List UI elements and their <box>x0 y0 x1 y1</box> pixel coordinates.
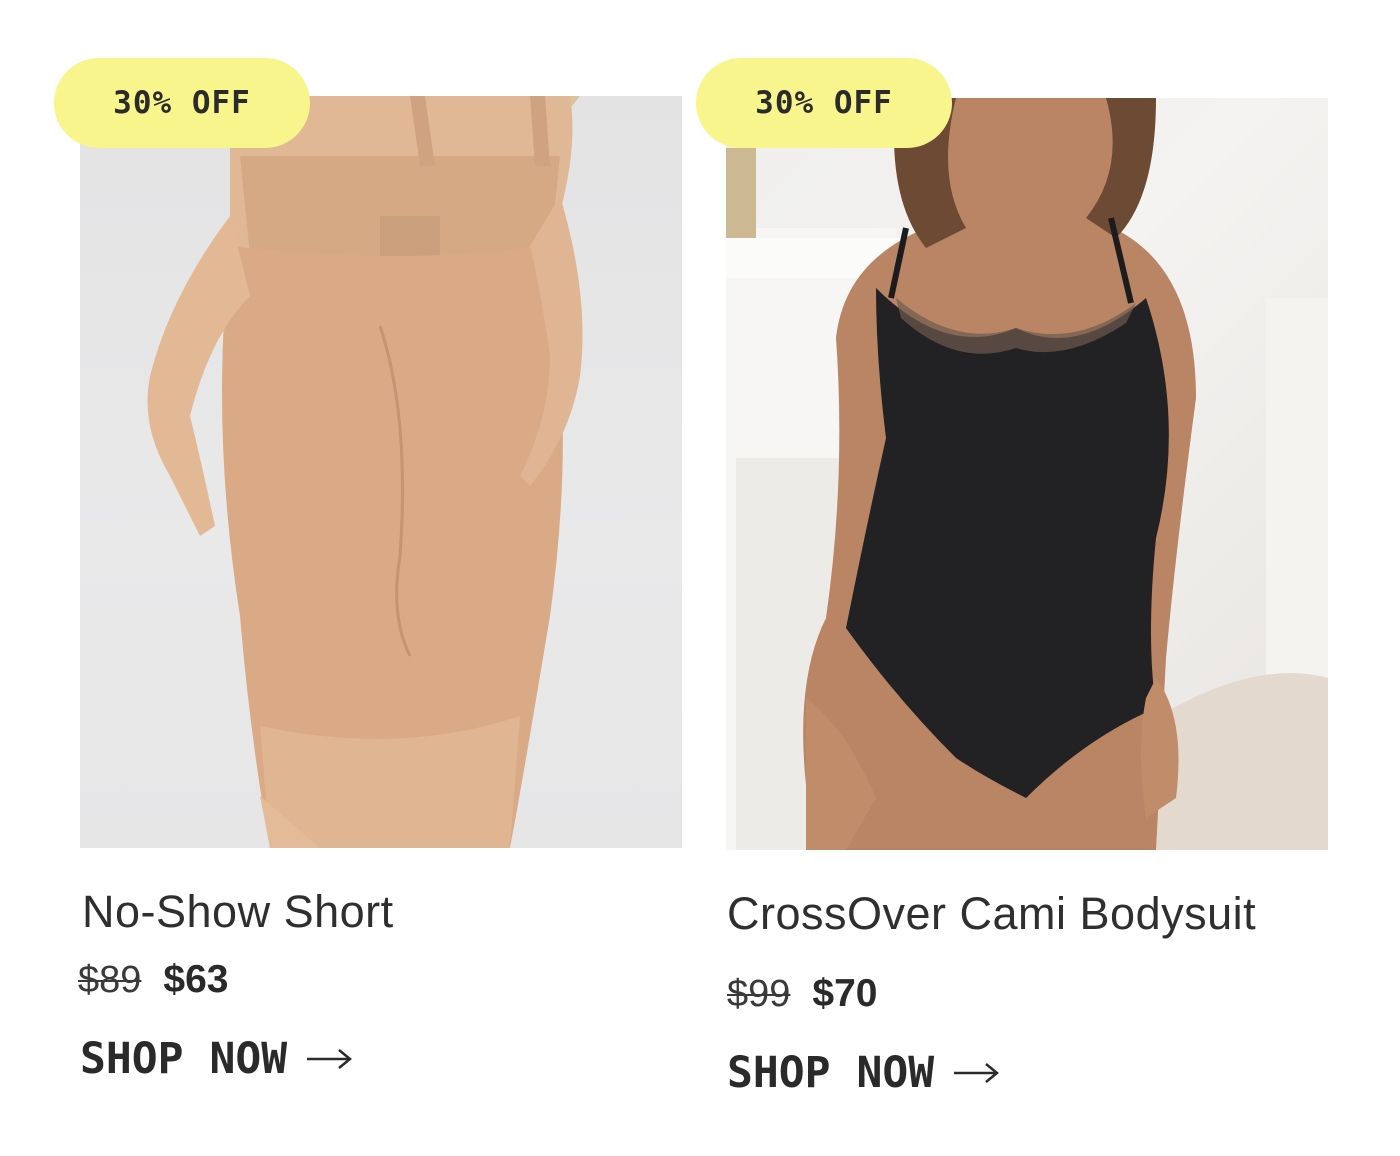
price-row: $99 $70 <box>727 972 877 1016</box>
product-card-crossover-cami-bodysuit[interactable]: 30% OFF CrossOver Cami Bodysuit $99 $70 … <box>696 0 1400 1156</box>
arrow-right-icon <box>952 1061 1000 1085</box>
sale-price: $63 <box>163 958 229 1001</box>
product-photo-illustration <box>726 98 1328 850</box>
product-card-no-show-short[interactable]: 30% OFF No-Show Short $89 $63 SHOP NOW <box>0 0 700 1156</box>
product-photo-illustration <box>147 96 583 848</box>
product-image-crossover-cami-bodysuit[interactable] <box>726 98 1328 850</box>
shop-now-label: SHOP NOW <box>80 1034 288 1084</box>
shop-now-link[interactable]: SHOP NOW <box>80 1034 353 1084</box>
product-name[interactable]: No-Show Short <box>82 886 394 938</box>
discount-badge: 30% OFF <box>54 58 310 148</box>
original-price: $89 <box>78 959 142 1001</box>
price-row: $89 $63 <box>78 958 228 1002</box>
arrow-right-icon <box>305 1047 353 1071</box>
discount-badge: 30% OFF <box>696 58 952 148</box>
sale-price: $70 <box>812 972 878 1015</box>
product-image-no-show-short[interactable] <box>80 96 682 848</box>
shop-now-label: SHOP NOW <box>727 1048 935 1098</box>
product-name[interactable]: CrossOver Cami Bodysuit <box>727 888 1256 940</box>
shop-now-link[interactable]: SHOP NOW <box>727 1048 1000 1098</box>
original-price: $99 <box>727 973 791 1015</box>
